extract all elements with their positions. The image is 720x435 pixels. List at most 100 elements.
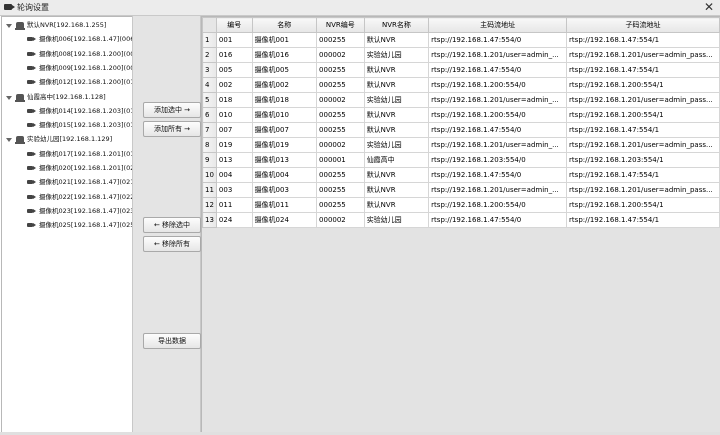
table-row[interactable]: 2 016 摄像机016 000002 实验幼儿园 rtsp://192.168.1.20…: [202, 47, 720, 63]
table-cell: 摄像机002: [251, 77, 318, 93]
table-cell: rtsp://192.168.1.200:554/1: [566, 197, 720, 213]
table-row[interactable]: 3 005 摄像机005 000255 默认NVR rtsp://192.168.1.47…: [202, 62, 720, 78]
tree-camera-label: 摄像机009[192.168.1.200](009): [39, 63, 133, 72]
export-data-button[interactable]: 导出数据: [143, 333, 201, 349]
tree-camera-node[interactable]: 摄像机015[192.168.1.203](015): [26, 119, 133, 132]
expand-triangle-icon[interactable]: [6, 95, 12, 100]
table-cell: 仙霞高中: [363, 152, 430, 168]
table-cell: rtsp://192.168.1.203:554/1: [566, 152, 720, 168]
tree-camera-label: 摄像机006[192.168.1.47](006): [39, 35, 133, 44]
row-number: 4: [202, 77, 217, 93]
column-header[interactable]: 名称: [251, 17, 318, 33]
table-cell: 000255: [316, 77, 365, 93]
tree-nvr-label: 仙霞高中[192.168.1.128]: [27, 92, 106, 101]
table-row[interactable]: 11 003 摄像机003 000255 默认NVR rtsp://192.168.1.2…: [202, 182, 720, 198]
device-tree[interactable]: 默认NVR[192.168.1.255] 摄像机006[192.168.1.47]…: [1, 16, 133, 434]
tree-nvr-node[interactable]: 仙霞高中[192.168.1.128]: [6, 91, 106, 104]
table-row[interactable]: 1 001 摄像机001 000255 默认NVR rtsp://192.168.1.47…: [202, 32, 720, 48]
tree-camera-node[interactable]: 摄像机021[192.168.1.47](021): [26, 176, 132, 189]
table-row[interactable]: 12 011 摄像机011 000255 默认NVR rtsp://192.168.1.2…: [202, 197, 720, 213]
table-cell: 摄像机024: [251, 212, 318, 228]
table-cell: rtsp://192.168.1.200:554/0: [428, 107, 568, 123]
add-all-button[interactable]: 添加所有 →: [143, 121, 201, 137]
table-cell: 007: [215, 122, 253, 138]
column-header[interactable]: NVR编号: [316, 17, 365, 33]
camera-icon: [27, 194, 36, 199]
tree-camera-node[interactable]: 摄像机006[192.168.1.47](006): [26, 33, 133, 46]
table-cell: 011: [215, 197, 253, 213]
tree-camera-node[interactable]: 摄像机009[192.168.1.200](009): [26, 62, 133, 75]
camera-icon: [27, 80, 36, 85]
table-cell: 000255: [316, 107, 365, 123]
column-header[interactable]: 编号: [215, 17, 253, 33]
add-selected-button[interactable]: 添加选中 →: [143, 102, 201, 118]
table-row[interactable]: 13 024 摄像机024 000002 实验幼儿园 rtsp://192.168.1.4…: [202, 212, 720, 228]
row-number: 6: [202, 107, 217, 123]
table-cell: 摄像机013: [251, 152, 318, 168]
table-row[interactable]: 7 007 摄像机007 000255 默认NVR rtsp://192.168.1.47…: [202, 122, 720, 138]
expand-triangle-icon[interactable]: [6, 24, 12, 28]
remove-all-button[interactable]: ← 移除所有: [143, 236, 201, 252]
tree-camera-node[interactable]: 摄像机008[192.168.1.200](008): [26, 48, 132, 61]
column-header[interactable]: NVR名称: [363, 17, 430, 33]
table-cell: 016: [215, 47, 253, 63]
tree-camera-label: 摄像机017[192.168.1.201](017): [39, 149, 133, 158]
camera-icon: [27, 151, 36, 156]
row-number: 12: [202, 197, 217, 213]
table-cell: 摄像机007: [251, 122, 318, 138]
row-number: 2: [202, 47, 217, 63]
table-cell: rtsp://192.168.1.200:554/1: [566, 77, 720, 93]
tree-camera-node[interactable]: 摄像机012[192.168.1.200](012): [26, 76, 132, 89]
camera-icon: [27, 180, 36, 185]
table-cell: 默认NVR: [363, 107, 430, 123]
table-cell: 019: [215, 137, 253, 153]
nvr-icon: [15, 136, 25, 145]
tree-nvr-node[interactable]: 默认NVR[192.168.1.255]: [6, 19, 106, 32]
table-cell: rtsp://192.168.1.47:554/0: [428, 32, 568, 48]
close-button[interactable]: ✕: [704, 0, 714, 14]
tree-camera-label: 摄像机020[192.168.1.201](020): [39, 164, 133, 172]
table-row[interactable]: 5 018 摄像机018 000002 实验幼儿园 rtsp://192.168.1.20…: [202, 92, 720, 108]
table-row[interactable]: 10 004 摄像机004 000255 默认NVR rtsp://192.168.1.4…: [202, 167, 720, 183]
row-number: 11: [202, 182, 217, 198]
camera-icon: [27, 208, 36, 213]
tree-nvr-node[interactable]: 实验幼儿园[192.168.1.129]: [6, 133, 112, 146]
table-row[interactable]: 6 010 摄像机010 000255 默认NVR rtsp://192.168.1.20…: [202, 107, 720, 123]
tree-camera-node[interactable]: 摄像机023[192.168.1.47](023): [26, 205, 132, 218]
tree-camera-label: 摄像机015[192.168.1.203](015): [39, 121, 133, 130]
tree-nvr-label: 默认NVR[192.168.1.255]: [27, 21, 107, 29]
tree-camera-node[interactable]: 摄像机017[192.168.1.201](017): [26, 148, 133, 161]
column-header[interactable]: 主码流地址: [428, 17, 568, 33]
table-cell: 默认NVR: [363, 62, 430, 78]
table-cell: rtsp://192.168.1.47:554/0: [428, 122, 568, 138]
tree-camera-node[interactable]: 摄像机014[192.168.1.203](014): [26, 105, 132, 118]
tree-camera-node[interactable]: 摄像机025[192.168.1.47](025): [26, 219, 132, 232]
expand-triangle-icon[interactable]: [6, 138, 12, 143]
remove-selected-button[interactable]: ← 移除选中: [143, 217, 201, 233]
row-number: 5: [202, 92, 217, 108]
table-cell: rtsp://192.168.1.201/user=admin_...: [428, 47, 568, 63]
tree-camera-label: 摄像机022[192.168.1.47](022): [39, 192, 133, 201]
tree-camera-node[interactable]: 摄像机020[192.168.1.201](020): [26, 162, 133, 175]
table-cell: 002: [215, 77, 253, 93]
tree-camera-node[interactable]: 摄像机022[192.168.1.47](022): [26, 191, 133, 204]
table-cell: rtsp://192.168.1.47:554/1: [566, 62, 720, 78]
table-cell: 摄像机001: [251, 32, 318, 48]
table-cell: rtsp://192.168.1.201/user=admin_...: [428, 182, 568, 198]
table-cell: 000255: [316, 182, 365, 198]
table-cell: rtsp://192.168.1.47:554/0: [428, 62, 568, 78]
table-row[interactable]: 4 002 摄像机002 000255 默认NVR rtsp://192.168.1.20…: [202, 77, 720, 93]
column-header[interactable]: 子码流地址: [566, 17, 720, 33]
table-cell: 实验幼儿园: [363, 212, 430, 228]
table-cell: rtsp://192.168.1.201/user=admin_pass...: [566, 92, 720, 108]
table-cell: rtsp://192.168.1.47:554/0: [428, 167, 568, 183]
camera-table-panel: 编号 名称 NVR编号 NVR名称 主码流地址 子码流地址 1 001 摄像机001 00025…: [201, 16, 720, 434]
row-number: 8: [202, 137, 217, 153]
table-cell: 004: [215, 167, 253, 183]
table-row[interactable]: 8 019 摄像机019 000002 实验幼儿园 rtsp://192.168.1.20…: [202, 137, 720, 153]
table-cell: 摄像机010: [251, 107, 318, 123]
table-cell: 000255: [316, 62, 365, 78]
camera-icon: [27, 166, 36, 170]
table-cell: 实验幼儿园: [363, 92, 430, 108]
table-row[interactable]: 9 013 摄像机013 000001 仙霞高中 rtsp://192.168.1.203…: [202, 152, 720, 168]
